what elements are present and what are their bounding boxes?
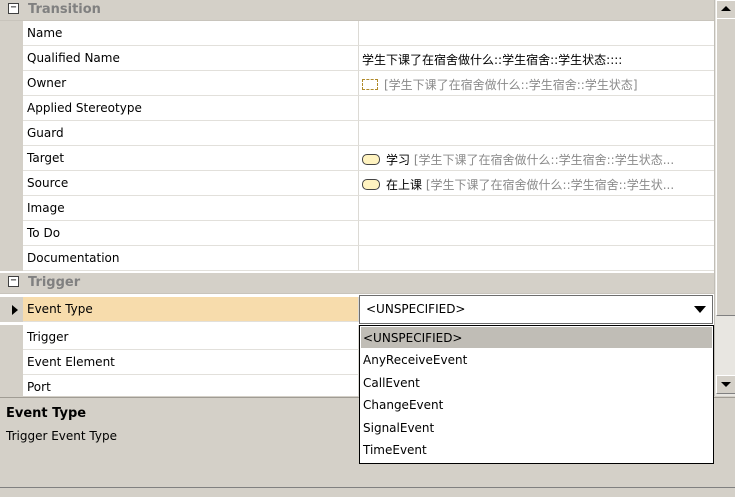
property-name: Event Element (27, 355, 115, 369)
state-icon (362, 179, 380, 190)
property-value[interactable] (359, 96, 714, 121)
property-value[interactable]: 在上课 [学生下课了在宿舍做什么::学生宿舍::学生状... (359, 171, 714, 196)
dropdown-option[interactable]: SignalEvent (361, 417, 712, 438)
event-type-dropdown-list[interactable]: <UNSPECIFIED> AnyReceiveEvent CallEvent … (359, 325, 714, 464)
property-name: Event Type (27, 302, 93, 316)
dropdown-option[interactable]: AnyReceiveEvent (361, 349, 712, 370)
property-row[interactable]: Image (0, 196, 714, 221)
property-value[interactable] (359, 221, 714, 246)
property-name: Trigger (27, 330, 69, 344)
section-title: Transition (28, 2, 101, 17)
property-row[interactable]: Documentation (0, 246, 714, 271)
scrollbar-thumb[interactable] (716, 18, 735, 316)
event-type-combobox[interactable]: <UNSPECIFIED> (359, 295, 713, 324)
property-name: Applied Stereotype (27, 101, 142, 115)
scroll-down-button[interactable] (716, 375, 735, 394)
property-row[interactable]: Guard (0, 121, 714, 146)
property-row[interactable]: Applied Stereotype (0, 96, 714, 121)
property-name: To Do (27, 226, 61, 240)
property-value[interactable]: 学生下课了在宿舍做什么::学生宿舍::学生状态:::: (359, 46, 714, 71)
dropdown-option[interactable]: TimeEvent (361, 439, 712, 460)
property-name: Port (27, 380, 51, 394)
property-name: Qualified Name (27, 51, 120, 65)
dropdown-option[interactable]: ChangeEvent (361, 394, 712, 415)
chevron-down-icon[interactable] (694, 306, 706, 313)
property-name: Source (27, 176, 69, 190)
property-value[interactable]: 学习 [学生下课了在宿舍做什么::学生宿舍::学生状态... (359, 146, 714, 171)
package-icon (362, 79, 378, 90)
scroll-up-button[interactable] (716, 0, 735, 19)
property-row[interactable]: Qualified Name 学生下课了在宿舍做什么::学生宿舍::学生状态::… (0, 46, 714, 71)
dropdown-option[interactable]: CallEvent (361, 372, 712, 393)
property-name: Image (27, 201, 65, 215)
property-name: Guard (27, 126, 64, 140)
description-title: Event Type (6, 406, 87, 421)
arrow-down-icon (721, 382, 731, 387)
property-name: Documentation (27, 251, 120, 265)
dropdown-option[interactable]: <UNSPECIFIED> (361, 327, 712, 348)
property-value[interactable] (359, 196, 714, 221)
section-title: Trigger (28, 275, 81, 290)
property-row[interactable]: To Do (0, 221, 714, 246)
collapse-minus-icon[interactable]: − (8, 276, 19, 287)
property-row[interactable]: Target 学习 [学生下课了在宿舍做什么::学生宿舍::学生状态... (0, 146, 714, 171)
state-icon (362, 154, 380, 165)
property-value[interactable] (359, 121, 714, 146)
property-name: Owner (27, 76, 67, 90)
description-text: Trigger Event Type (6, 429, 117, 443)
arrow-up-icon (721, 6, 731, 11)
combobox-value: <UNSPECIFIED> (366, 302, 466, 316)
vertical-scrollbar[interactable] (714, 0, 735, 396)
property-row[interactable]: Source 在上课 [学生下课了在宿舍做什么::学生宿舍::学生状... (0, 171, 714, 196)
current-row-arrow-icon (12, 305, 18, 315)
property-value[interactable] (359, 21, 714, 46)
section-transition[interactable]: − Transition (0, 0, 714, 21)
property-row[interactable]: Name (0, 21, 714, 46)
section-trigger[interactable]: − Trigger (0, 273, 714, 294)
property-row[interactable]: Owner [学生下课了在宿舍做什么::学生宿舍::学生状态] (0, 71, 714, 96)
property-name: Name (27, 26, 63, 40)
property-value[interactable] (359, 246, 714, 271)
property-value[interactable]: [学生下课了在宿舍做什么::学生宿舍::学生状态] (359, 71, 714, 96)
property-name: Target (27, 151, 65, 165)
collapse-minus-icon[interactable]: − (8, 3, 19, 14)
